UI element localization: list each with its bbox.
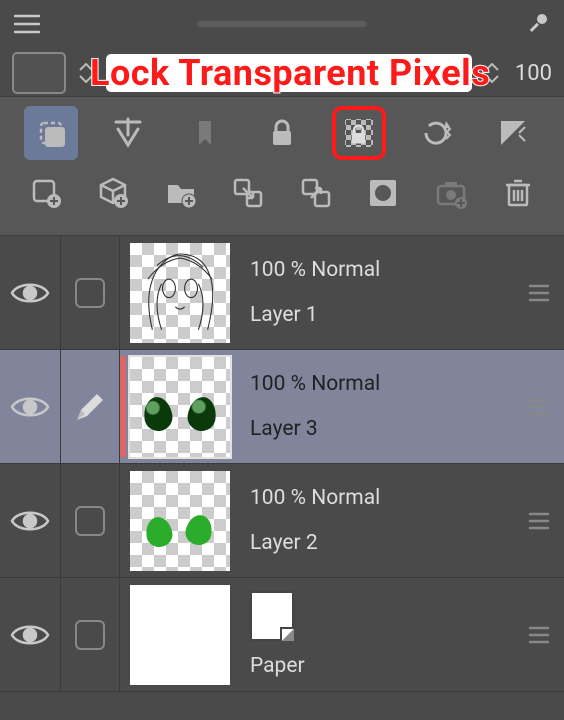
menu-icon[interactable] (12, 9, 42, 39)
trash-icon[interactable] (491, 166, 545, 220)
reload-icon[interactable] (409, 106, 463, 160)
layer-thumbnail (120, 578, 240, 691)
layer-menu-icon[interactable] (514, 350, 564, 463)
visibility-toggle[interactable] (0, 350, 61, 463)
transfer-down-icon[interactable] (221, 166, 275, 220)
new-folder-icon[interactable] (154, 166, 208, 220)
visibility-toggle[interactable] (0, 464, 61, 577)
layer-opacity-blend: 100 % Normal (250, 258, 514, 282)
layer-row[interactable]: Paper (0, 578, 564, 692)
layer-info: 100 % Normal Layer 2 (240, 464, 514, 577)
checkbox-icon[interactable] (75, 620, 105, 650)
edit-indicator[interactable] (61, 350, 120, 463)
layer-row[interactable]: 100 % Normal Layer 2 (0, 464, 564, 578)
lock-icon[interactable] (255, 106, 309, 160)
toolbar-row (12, 163, 552, 223)
layer-opacity-blend: 100 % Normal (250, 372, 514, 396)
pin-icon[interactable] (522, 9, 552, 39)
edit-indicator[interactable] (61, 236, 120, 349)
layer-name: Layer 3 (250, 417, 514, 441)
layer-info: 100 % Normal Layer 1 (240, 236, 514, 349)
lock-transparent-pixels-icon[interactable] (332, 106, 386, 160)
bookmark-icon[interactable] (178, 106, 232, 160)
visibility-toggle[interactable] (0, 236, 61, 349)
layer-menu-icon[interactable] (514, 236, 564, 349)
layer-menu-icon[interactable] (514, 464, 564, 577)
layer-name: Layer 1 (250, 303, 514, 327)
layer-name: Paper (250, 654, 514, 678)
edit-indicator[interactable] (61, 464, 120, 577)
anchor-icon[interactable] (101, 106, 155, 160)
layer-opacity-blend: 100 % Normal (250, 486, 514, 510)
opacity-value[interactable]: 100 (512, 61, 552, 86)
layer-row[interactable]: 100 % Normal Layer 1 (0, 236, 564, 350)
layer-info: 100 % Normal Layer 3 (240, 350, 514, 463)
select-layer-icon[interactable] (24, 106, 78, 160)
layer-name: Layer 2 (250, 531, 514, 555)
new-layer-icon[interactable] (19, 166, 73, 220)
triangle-close-icon[interactable] (486, 106, 540, 160)
visibility-toggle[interactable] (0, 578, 61, 691)
layer-info: Paper (240, 578, 514, 691)
color-spinner[interactable] (76, 54, 96, 92)
options-bar: 100 (0, 48, 564, 98)
top-bar (0, 0, 564, 48)
blend-spinner[interactable] (482, 54, 502, 92)
blend-mode-dropdown[interactable] (106, 54, 472, 92)
camera-icon[interactable] (424, 166, 478, 220)
layer-thumbnail (120, 464, 240, 577)
layer-row[interactable]: 100 % Normal Layer 3 (0, 350, 564, 464)
layer-color-swatch[interactable] (12, 52, 66, 94)
mask-icon[interactable] (356, 166, 410, 220)
layer-thumbnail (120, 350, 240, 463)
layer-list: 100 % NormalLayer 1100 % NormalLayer 310… (0, 236, 564, 692)
duplicate-icon[interactable] (289, 166, 343, 220)
checkbox-icon[interactable] (75, 278, 105, 308)
paper-icon (250, 591, 294, 641)
layer-menu-icon[interactable] (514, 578, 564, 691)
tool-panel (0, 96, 564, 236)
new-3d-layer-icon[interactable] (86, 166, 140, 220)
checkbox-icon[interactable] (75, 506, 105, 536)
drag-handle[interactable] (197, 21, 367, 27)
toolbar-row (12, 103, 552, 163)
layer-thumbnail (120, 236, 240, 349)
edit-indicator[interactable] (61, 578, 120, 691)
